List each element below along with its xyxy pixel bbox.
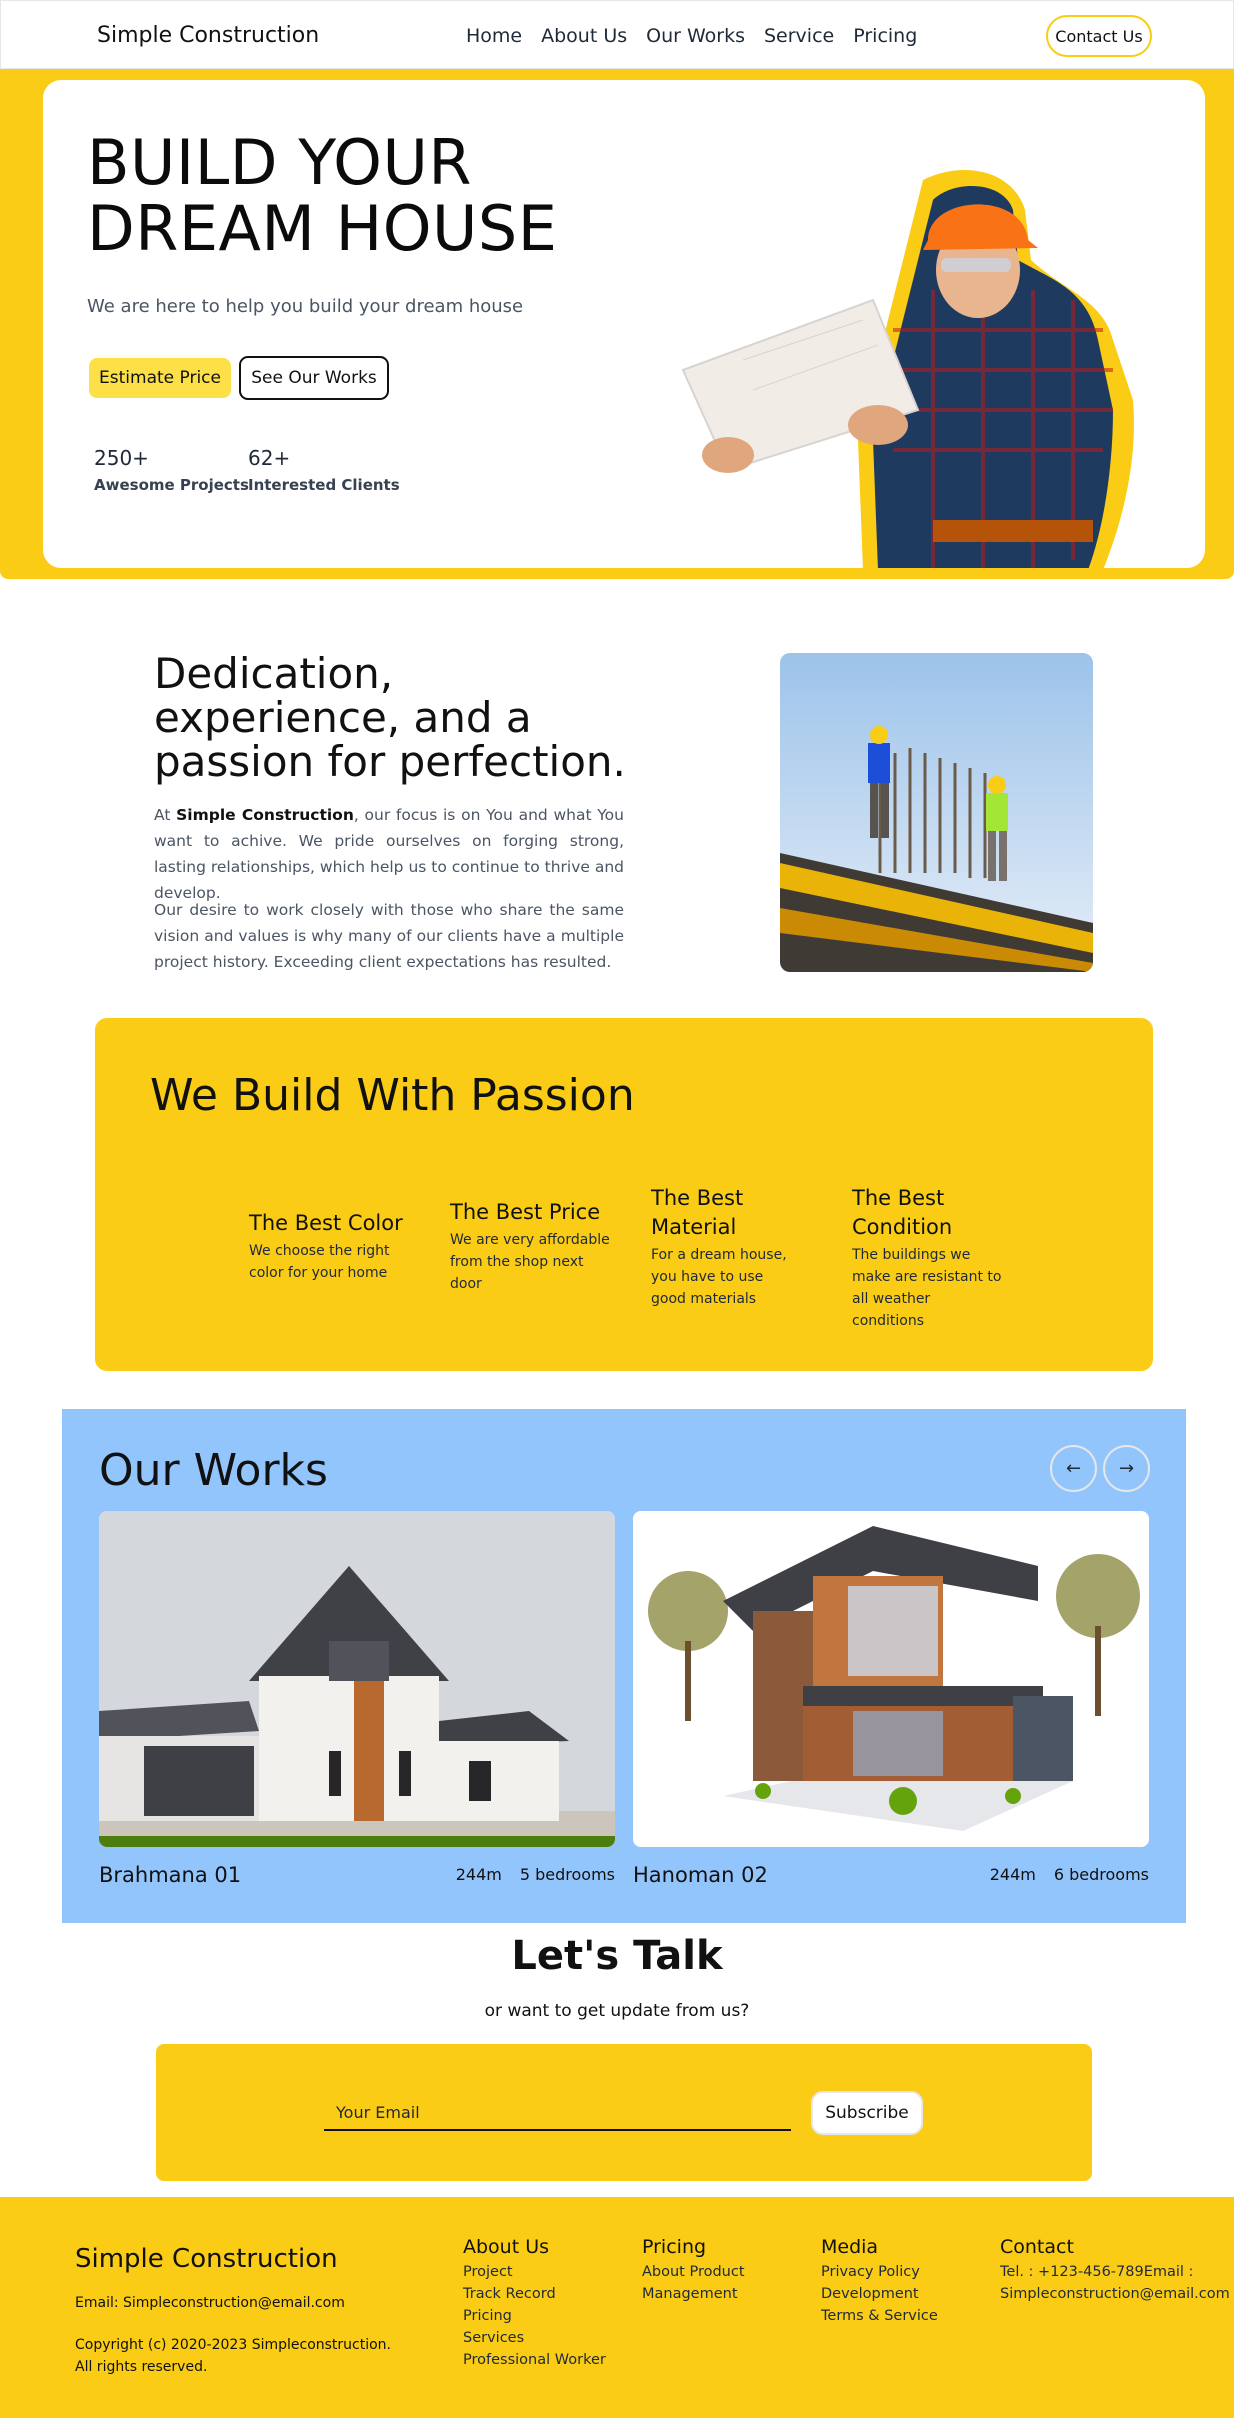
subscribe-button[interactable]: Subscribe <box>811 2091 923 2135</box>
about-title: Dedication, experience, and a passion fo… <box>154 649 626 786</box>
work-card-hanoman[interactable]: Hanoman 02 244m 6 bedrooms <box>633 1511 1149 1887</box>
footer-column-about: About Us Project Track Record Pricing Se… <box>463 2236 606 2371</box>
footer-contact-text: Tel. : +123-456-789Email : Simpleconstru… <box>1000 2264 1230 2302</box>
carousel-prev-button[interactable]: ← <box>1050 1445 1097 1492</box>
about-brand: Simple Construction <box>176 806 354 824</box>
subscribe-box: Subscribe <box>156 2044 1092 2181</box>
house-image[interactable] <box>633 1511 1149 1847</box>
nav-link-works[interactable]: Our Works <box>646 25 745 47</box>
work-name: Brahmana 01 <box>99 1863 242 1887</box>
feature-text: We are very affordable from the shop nex… <box>450 1232 610 1292</box>
nav-link-about[interactable]: About Us <box>541 25 627 47</box>
stat-label: Awesome Projects <box>94 476 249 494</box>
footer-link-pricing[interactable]: Pricing <box>463 2305 606 2327</box>
feature-best-price: The Best Price We are very affordable fr… <box>450 1198 610 1295</box>
footer-column-title: Pricing <box>642 2236 707 2258</box>
feature-text: We choose the right color for your home <box>249 1243 390 1281</box>
stat-clients: 62+ Interested Clients <box>248 446 400 494</box>
about-text-prefix: At <box>154 806 177 824</box>
footer-link-terms[interactable]: Terms & Service <box>821 2305 938 2327</box>
nav-link-service[interactable]: Service <box>764 25 834 47</box>
feature-best-color: The Best Color We choose the right color… <box>249 1209 409 1284</box>
carousel-next-button[interactable]: → <box>1103 1445 1150 1492</box>
email-input[interactable] <box>324 2095 791 2131</box>
contact-us-button[interactable]: Contact Us <box>1046 15 1152 57</box>
stat-projects: 250+ Awesome Projects <box>94 446 249 494</box>
nav-link-home[interactable]: Home <box>466 25 522 47</box>
about-paragraph-2: Our desire to work closely with those wh… <box>154 901 624 971</box>
work-size: 244m <box>455 1865 502 1884</box>
feature-best-material: The Best Material For a dream house, you… <box>651 1184 801 1310</box>
footer: Simple Construction Email: Simpleconstru… <box>0 2197 1234 2418</box>
hero-title: BUILD YOUR DREAM HOUSE <box>87 126 558 265</box>
footer-link-management[interactable]: Management <box>642 2283 745 2305</box>
footer-link-development[interactable]: Development <box>821 2283 938 2305</box>
footer-link-about-product[interactable]: About Product <box>642 2261 745 2283</box>
hero-worker-image <box>681 170 1134 568</box>
footer-link-privacy-policy[interactable]: Privacy Policy <box>821 2261 938 2283</box>
footer-email: Email: Simpleconstruction@email.com <box>75 2295 345 2311</box>
feature-title: The Best Color <box>249 1211 403 1235</box>
work-rooms: 5 bedrooms <box>519 1865 615 1884</box>
feature-title: The Best Condition <box>852 1186 953 1239</box>
footer-column-contact: Contact Tel. : +123-456-789Email : Simpl… <box>1000 2236 1230 2305</box>
footer-brand: Simple Construction <box>75 2244 338 2274</box>
passion-title: We Build With Passion <box>150 1070 635 1121</box>
feature-best-condition: The Best Condition The buildings we make… <box>852 1184 1002 1332</box>
work-meta: 244m 5 bedrooms <box>456 1865 615 1884</box>
nav-links: Home About Us Our Works Service Pricing <box>466 25 917 47</box>
footer-column-pricing: Pricing About Product Management <box>642 2236 745 2305</box>
work-rooms: 6 bedrooms <box>1053 1865 1149 1884</box>
stat-value: 62+ <box>248 446 291 470</box>
passion-section: We Build With Passion The Best Color We … <box>95 1018 1153 1371</box>
work-name: Hanoman 02 <box>633 1863 768 1887</box>
house-image[interactable] <box>99 1511 615 1847</box>
footer-link-professional-worker[interactable]: Professional Worker <box>463 2349 606 2371</box>
feature-title: The Best Material <box>651 1186 744 1239</box>
top-navbar: Simple Construction Home About Us Our Wo… <box>0 0 1234 69</box>
about-paragraph-1: At Simple Construction, our focus is on … <box>154 802 624 906</box>
work-card-brahmana[interactable]: Brahmana 01 244m 5 bedrooms <box>99 1511 615 1887</box>
footer-link-track-record[interactable]: Track Record <box>463 2283 606 2305</box>
feature-title: The Best Price <box>450 1200 601 1224</box>
hero-subtitle: We are here to help you build your dream… <box>87 296 524 317</box>
feature-text: For a dream house, you have to use good … <box>651 1247 787 1307</box>
talk-title: Let's Talk <box>511 1933 723 1979</box>
footer-link-services[interactable]: Services <box>463 2327 606 2349</box>
feature-text: The buildings we make are resistant to a… <box>852 1247 1002 1329</box>
footer-column-media: Media Privacy Policy Development Terms &… <box>821 2236 938 2327</box>
our-works-section: Our Works ← → Brahmana 01 244m 5 bedroom… <box>62 1409 1186 1923</box>
construction-workers-image <box>780 653 1093 972</box>
works-title: Our Works <box>99 1445 328 1496</box>
stat-value: 250+ <box>94 446 149 470</box>
footer-column-title: About Us <box>463 2236 550 2258</box>
footer-column-title: Media <box>821 2236 879 2258</box>
stat-label: Interested Clients <box>248 476 400 494</box>
footer-copyright: Copyright (c) 2020-2023 Simpleconstructi… <box>75 2337 392 2375</box>
estimate-price-button[interactable]: Estimate Price <box>89 358 231 398</box>
talk-subtitle: or want to get update from us? <box>484 2001 750 2021</box>
brand-logo[interactable]: Simple Construction <box>97 23 319 48</box>
footer-link-project[interactable]: Project <box>463 2261 606 2283</box>
work-size: 244m <box>989 1865 1036 1884</box>
see-our-works-button[interactable]: See Our Works <box>239 356 389 400</box>
footer-column-title: Contact <box>1000 2236 1074 2258</box>
hero-card: BUILD YOUR DREAM HOUSE We are here to he… <box>43 80 1205 568</box>
work-meta: 244m 6 bedrooms <box>990 1865 1149 1884</box>
nav-link-pricing[interactable]: Pricing <box>853 25 917 47</box>
